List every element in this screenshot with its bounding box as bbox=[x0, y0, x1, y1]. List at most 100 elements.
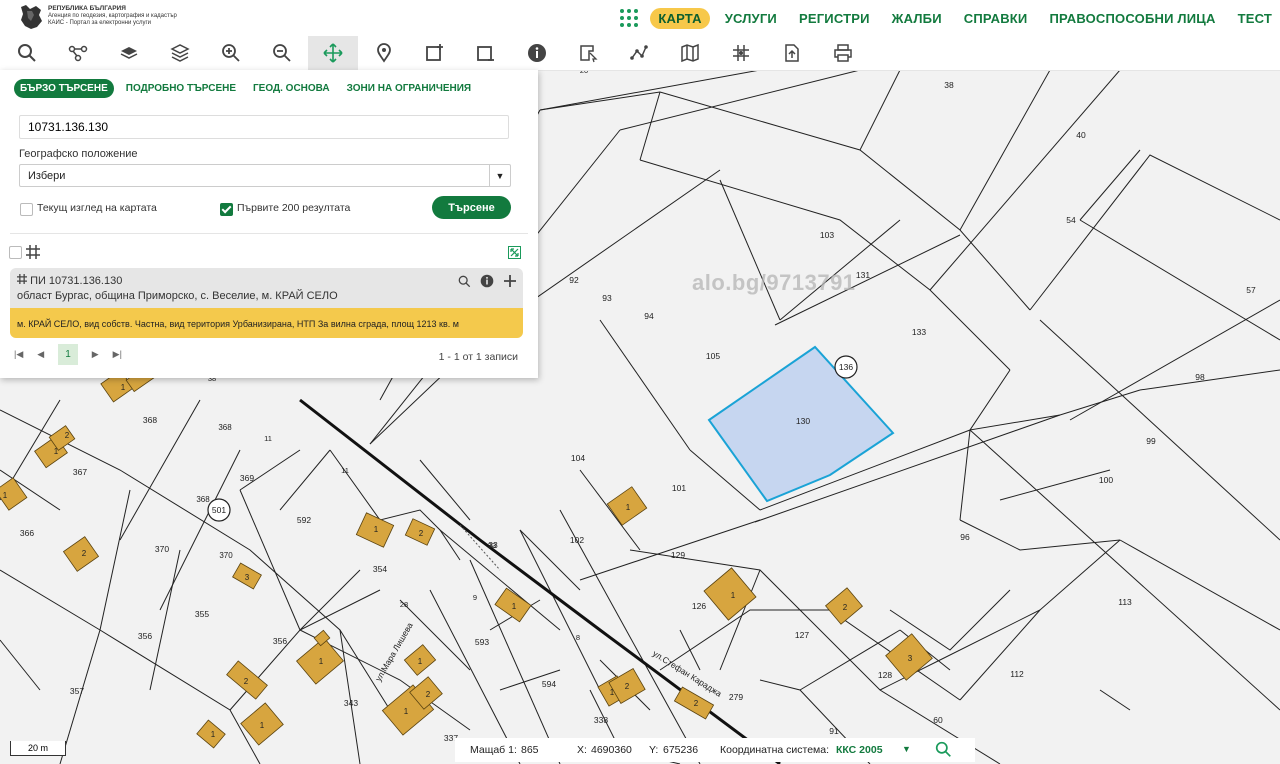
svg-text:2: 2 bbox=[694, 699, 699, 708]
svg-text:355: 355 bbox=[195, 609, 209, 619]
svg-text:2: 2 bbox=[82, 549, 87, 558]
svg-text:11: 11 bbox=[264, 434, 272, 443]
logo-text: РЕПУБЛИКА БЪЛГАРИЯ Агенция по геодезия, … bbox=[48, 5, 177, 27]
search-tabs: БЪРЗО ТЪРСЕНЕ ПОДРОБНО ТЪРСЕНЕ ГЕОД. ОСН… bbox=[14, 79, 488, 98]
result-actions bbox=[450, 272, 519, 290]
route-tool[interactable] bbox=[53, 36, 103, 70]
svg-text:338: 338 bbox=[594, 715, 608, 725]
pan-arrows-icon bbox=[323, 43, 343, 63]
result-details-text: м. КРАЙ СЕЛО, вид собств. Частна, вид те… bbox=[17, 319, 459, 329]
nav-item-registers[interactable]: РЕГИСТРИ bbox=[799, 11, 870, 26]
svg-text:368: 368 bbox=[143, 415, 157, 425]
svg-text:92: 92 bbox=[569, 275, 579, 285]
select-all-checkbox[interactable] bbox=[9, 246, 22, 259]
y-label: Y: bbox=[649, 744, 659, 756]
plus-icon bbox=[504, 275, 516, 287]
crs-select[interactable]: ККС 2005 bbox=[836, 744, 883, 756]
marker-tool[interactable] bbox=[359, 36, 409, 70]
zoom-to-result-button[interactable] bbox=[455, 272, 473, 290]
coordinate-search-button[interactable] bbox=[935, 741, 952, 761]
scale-bar: 20 m bbox=[10, 741, 66, 756]
crs-dropdown-icon[interactable]: ▼ bbox=[902, 744, 911, 754]
coat-of-arms-icon[interactable] bbox=[18, 3, 44, 31]
first-page-icon[interactable]: |◀ bbox=[14, 349, 23, 360]
geo-position-select[interactable]: Избери ▼ bbox=[19, 164, 511, 187]
svg-text:96: 96 bbox=[960, 532, 970, 542]
svg-text:368: 368 bbox=[196, 495, 210, 504]
svg-text:370: 370 bbox=[155, 544, 169, 554]
pagination: |◀ ◀ 1 ▶ ▶| bbox=[14, 344, 136, 365]
measure-tool[interactable] bbox=[614, 36, 664, 70]
polyline-icon bbox=[630, 45, 648, 60]
nav-item-services[interactable]: УСЛУГИ bbox=[725, 11, 777, 26]
svg-text:9: 9 bbox=[473, 593, 477, 602]
svg-text:100: 100 bbox=[1099, 475, 1113, 485]
nav-item-complaints[interactable]: ЖАЛБИ bbox=[892, 11, 942, 26]
svg-text:98: 98 bbox=[1195, 372, 1205, 382]
remove-area-tool[interactable] bbox=[461, 36, 511, 70]
nav-item-map[interactable]: КАРТА bbox=[650, 7, 710, 29]
map-pin-icon bbox=[377, 43, 391, 63]
search-icon bbox=[18, 44, 36, 62]
svg-text:2: 2 bbox=[426, 690, 431, 699]
layers-stack-tool[interactable] bbox=[155, 36, 205, 70]
grid-tool[interactable] bbox=[716, 36, 766, 70]
info-tool[interactable] bbox=[512, 36, 562, 70]
export-tool[interactable] bbox=[767, 36, 817, 70]
svg-text:1: 1 bbox=[3, 491, 8, 500]
search-tool[interactable] bbox=[2, 36, 52, 70]
nav-item-references[interactable]: СПРАВКИ bbox=[964, 11, 1028, 26]
svg-text:136: 136 bbox=[839, 362, 853, 372]
svg-text:33: 33 bbox=[488, 541, 496, 550]
svg-text:94: 94 bbox=[644, 311, 654, 321]
search-input[interactable] bbox=[19, 115, 509, 139]
tab-geodetic-base[interactable]: ГЕОД. ОСНОВА bbox=[253, 83, 330, 94]
last-page-icon[interactable]: ▶| bbox=[113, 349, 122, 360]
info-icon bbox=[480, 274, 494, 288]
zoom-in-icon bbox=[222, 44, 240, 62]
nav-item-licensed[interactable]: ПРАВОСПОСОБНИ ЛИЦА bbox=[1049, 11, 1215, 26]
svg-text:1: 1 bbox=[404, 707, 409, 716]
header: РЕПУБЛИКА БЪЛГАРИЯ Агенция по геодезия, … bbox=[0, 0, 1280, 36]
result-info-button[interactable] bbox=[478, 272, 496, 290]
print-tool[interactable] bbox=[818, 36, 868, 70]
svg-text:8: 8 bbox=[576, 633, 580, 642]
search-button[interactable]: Търсене bbox=[432, 196, 511, 219]
tab-advanced-search[interactable]: ПОДРОБНО ТЪРСЕНЕ bbox=[126, 83, 236, 94]
parcel-grid-icon bbox=[26, 245, 40, 259]
scale-label: Мащаб 1: bbox=[470, 744, 517, 756]
zoom-in-tool[interactable] bbox=[206, 36, 256, 70]
first-200-checkbox[interactable] bbox=[220, 203, 233, 216]
result-add-button[interactable] bbox=[501, 272, 519, 290]
map-toolbar bbox=[0, 36, 1280, 71]
zoom-out-tool[interactable] bbox=[257, 36, 307, 70]
svg-text:127: 127 bbox=[795, 630, 809, 640]
svg-text:370: 370 bbox=[219, 551, 233, 560]
map-view-tool[interactable] bbox=[665, 36, 715, 70]
apps-grid-icon[interactable] bbox=[620, 9, 639, 27]
layers-tool[interactable] bbox=[104, 36, 154, 70]
result-item[interactable]: ПИ 10731.136.130 област Бургас, община П… bbox=[10, 268, 523, 308]
expand-icon[interactable] bbox=[508, 246, 521, 259]
next-page-icon[interactable]: ▶ bbox=[92, 349, 99, 360]
svg-text:128: 128 bbox=[878, 670, 892, 680]
add-area-tool[interactable] bbox=[410, 36, 460, 70]
svg-text:343: 343 bbox=[344, 698, 358, 708]
tab-restriction-zones[interactable]: ЗОНИ НА ОГРАНИЧЕНИЯ bbox=[347, 83, 471, 94]
nav-item-test[interactable]: ТЕСТ bbox=[1238, 11, 1272, 26]
current-view-checkbox[interactable] bbox=[20, 203, 33, 216]
svg-text:356: 356 bbox=[138, 631, 152, 641]
result-title: ПИ 10731.136.130 bbox=[17, 274, 122, 287]
page-number[interactable]: 1 bbox=[58, 344, 78, 365]
pan-tool[interactable] bbox=[308, 36, 358, 70]
tab-quick-search[interactable]: БЪРЗО ТЪРСЕНЕ bbox=[14, 79, 114, 98]
svg-text:366: 366 bbox=[20, 528, 34, 538]
status-bar: Мащаб 1: 865 X: 4690360 Y: 675236 Коорди… bbox=[455, 738, 975, 762]
svg-text:54: 54 bbox=[1066, 215, 1076, 225]
svg-text:279: 279 bbox=[729, 692, 743, 702]
parcel-tool[interactable] bbox=[563, 36, 613, 70]
zoom-out-icon bbox=[273, 44, 291, 62]
svg-text:3: 3 bbox=[908, 654, 913, 663]
prev-page-icon[interactable]: ◀ bbox=[37, 349, 44, 360]
remove-rectangle-icon bbox=[477, 46, 494, 61]
